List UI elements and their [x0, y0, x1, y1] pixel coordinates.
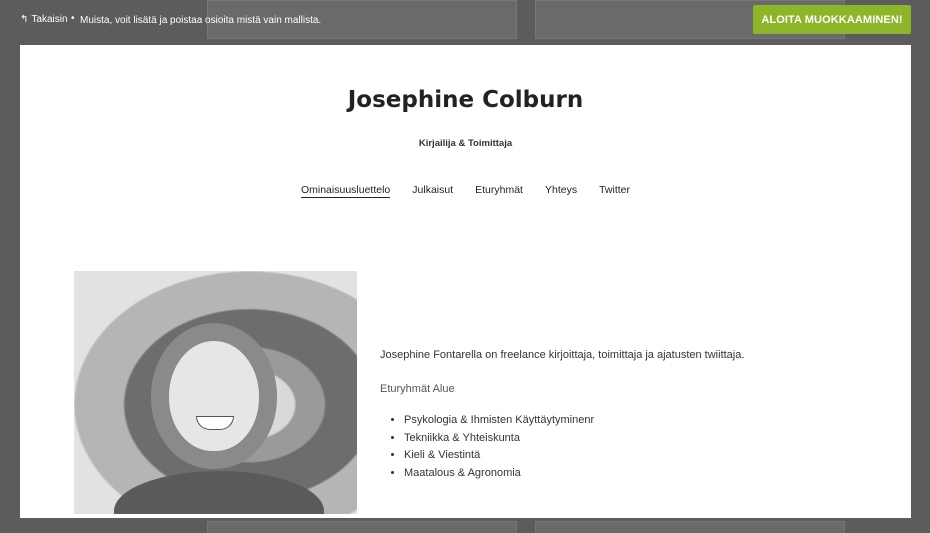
- photo-shoulder: [114, 471, 324, 514]
- nav-item-publications[interactable]: Julkaisut: [412, 184, 453, 198]
- expertise-list: Psykologia & Ihmisten Käyttäytyminenr Te…: [380, 412, 594, 482]
- template-topbar: ↰ Takaisin • Muista, voit lisätä ja pois…: [0, 0, 930, 45]
- back-arrow-icon: ↰: [20, 14, 29, 25]
- back-label: Takaisin: [31, 14, 68, 25]
- nav-item-twitter[interactable]: Twitter: [599, 184, 630, 198]
- expertise-heading: Eturyhmät Alue: [380, 383, 455, 395]
- bio-text: Josephine Fontarella on freelance kirjoi…: [380, 349, 745, 361]
- site-title: Josephine Colburn: [347, 87, 584, 113]
- site-subtitle: Kirjailija & Toimittaja: [418, 138, 513, 149]
- list-item: Maatalous & Agronomia: [404, 465, 594, 483]
- site-nav: Ominaisuusluettelo Julkaisut Eturyhmät Y…: [20, 184, 911, 198]
- photo-face: [169, 341, 259, 451]
- profile-photo: [74, 271, 357, 514]
- background-thumbnail: [207, 521, 517, 533]
- list-item: Kieli & Viestintä: [404, 447, 594, 465]
- back-link[interactable]: ↰ Takaisin: [20, 14, 68, 25]
- template-preview: Josephine Colburn Kirjailija & Toimittaj…: [20, 45, 911, 518]
- list-item: Psykologia & Ihmisten Käyttäytyminenr: [404, 412, 594, 430]
- background-thumbnail: [535, 521, 845, 533]
- start-editing-button[interactable]: ALOITA MUOKKAAMINEN!: [753, 5, 911, 34]
- topbar-separator: •: [71, 13, 75, 24]
- nav-item-contact[interactable]: Yhteys: [545, 184, 577, 198]
- topbar-note: Muista, voit lisätä ja poistaa osioita m…: [80, 15, 322, 26]
- list-item: Tekniikka & Yhteiskunta: [404, 430, 594, 448]
- nav-item-interest-groups[interactable]: Eturyhmät: [475, 184, 523, 198]
- nav-item-features[interactable]: Ominaisuusluettelo: [300, 184, 391, 198]
